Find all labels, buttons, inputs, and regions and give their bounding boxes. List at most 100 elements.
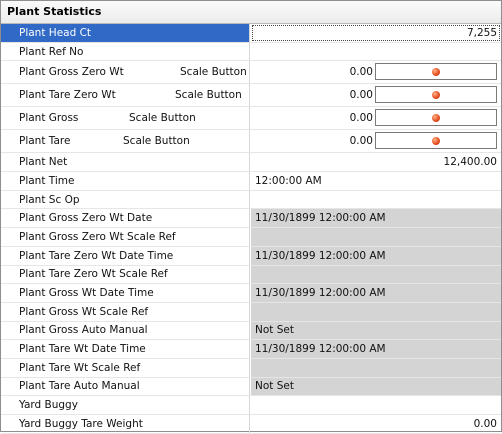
row-value: 11/30/1899 12:00:00 AM bbox=[255, 249, 386, 262]
row-plant-tare-wt-scale-ref[interactable]: Plant Tare Wt Scale Ref bbox=[1, 358, 501, 378]
red-dot-icon bbox=[432, 113, 440, 122]
row-label: Plant Tare Wt Scale Ref bbox=[19, 361, 141, 374]
row-plant-tare-zero-wt-scale-ref[interactable]: Plant Tare Zero Wt Scale Ref bbox=[1, 265, 501, 285]
row-label-cell[interactable]: Plant Tare Zero Wt Scale Button bbox=[1, 84, 250, 107]
row-label: Plant Gross Wt Scale Ref bbox=[19, 305, 149, 318]
row-label-cell[interactable]: Plant Sc Op bbox=[1, 190, 250, 209]
row-plant-net[interactable]: Plant Net 12,400.00 bbox=[1, 153, 501, 173]
row-plant-sc-op[interactable]: Plant Sc Op bbox=[1, 190, 501, 210]
row-plant-tare-zero-wt[interactable]: Plant Tare Zero Wt Scale Button 0.00 bbox=[1, 84, 501, 108]
row-label-cell[interactable]: Plant Net bbox=[1, 153, 250, 172]
row-label: Plant Sc Op bbox=[19, 193, 80, 206]
row-value: 11/30/1899 12:00:00 AM bbox=[255, 212, 386, 225]
scale-button[interactable] bbox=[375, 86, 497, 104]
row-plant-tare-wt-date-time[interactable]: Plant Tare Wt Date Time 11/30/1899 12:00… bbox=[1, 340, 501, 359]
value-cell bbox=[251, 228, 501, 246]
value-cell[interactable]: 0.00 bbox=[251, 107, 501, 129]
red-dot-icon bbox=[432, 136, 440, 145]
scale-button[interactable] bbox=[375, 132, 497, 150]
row-label: Plant Gross Zero Wt Scale Ref bbox=[19, 230, 176, 243]
value-cell: 11/30/1899 12:00:00 AM bbox=[251, 246, 501, 265]
row-value: Not Set bbox=[255, 380, 294, 393]
row-label-cell[interactable]: Plant Tare Wt Date Time bbox=[1, 340, 250, 358]
row-value: 12,400.00 bbox=[443, 156, 497, 169]
red-dot-icon bbox=[432, 90, 440, 99]
row-label-cell[interactable]: Plant Gross Zero Wt Scale Button bbox=[1, 61, 250, 84]
value-cell bbox=[251, 358, 501, 377]
row-plant-ref-no[interactable]: Plant Ref No bbox=[1, 42, 501, 62]
value-cell[interactable]: 0.00 bbox=[251, 61, 501, 83]
row-label-cell[interactable]: Plant Tare Scale Button bbox=[1, 130, 250, 153]
value-cell[interactable] bbox=[251, 191, 501, 209]
panel-title: Plant Statistics bbox=[7, 5, 102, 18]
value-cell: Not Set bbox=[251, 377, 501, 396]
panel-header: Plant Statistics bbox=[1, 1, 501, 24]
row-label: Plant Tare Zero Wt bbox=[19, 89, 116, 102]
row-value: 11/30/1899 12:00:00 AM bbox=[255, 343, 386, 356]
row-plant-gross[interactable]: Plant Gross Scale Button 0.00 bbox=[1, 107, 501, 131]
row-label-cell[interactable]: Plant Gross Zero Wt Scale Ref bbox=[1, 228, 250, 246]
scale-button[interactable] bbox=[375, 63, 497, 81]
scale-button-label: Scale Button bbox=[175, 89, 242, 102]
row-label-cell[interactable]: Plant Gross Auto Manual bbox=[1, 321, 250, 340]
row-label-cell[interactable]: Plant Gross Wt Scale Ref bbox=[1, 302, 250, 321]
row-plant-tare[interactable]: Plant Tare Scale Button 0.00 bbox=[1, 130, 501, 154]
row-value: 0.00 bbox=[473, 417, 497, 430]
scale-button-label: Scale Button bbox=[129, 112, 196, 125]
row-label-cell[interactable]: Plant Gross Scale Button bbox=[1, 107, 250, 130]
scale-button[interactable] bbox=[375, 109, 497, 127]
value-cell[interactable]: 0.00 bbox=[251, 84, 501, 106]
row-label-cell[interactable]: Plant Tare Auto Manual bbox=[1, 377, 250, 396]
value-cell: 11/30/1899 12:00:00 AM bbox=[251, 209, 501, 228]
row-label: Plant Tare Auto Manual bbox=[19, 380, 140, 393]
row-plant-tare-auto-manual[interactable]: Plant Tare Auto Manual Not Set bbox=[1, 377, 501, 397]
row-value: 0.00 bbox=[349, 66, 373, 79]
value-cell bbox=[251, 265, 501, 284]
scale-button-label: Scale Button bbox=[180, 66, 247, 79]
row-label: Plant Gross Auto Manual bbox=[19, 324, 148, 337]
row-plant-gross-wt-date-time[interactable]: Plant Gross Wt Date Time 11/30/1899 12:0… bbox=[1, 284, 501, 303]
row-label: Plant Tare Wt Date Time bbox=[19, 343, 146, 356]
row-plant-tare-zero-wt-date-time[interactable]: Plant Tare Zero Wt Date Time 11/30/1899 … bbox=[1, 246, 501, 266]
value-cell bbox=[251, 302, 501, 321]
value-cell[interactable] bbox=[251, 396, 501, 414]
value-cell[interactable]: 7,255 bbox=[251, 24, 501, 42]
row-label-cell[interactable]: Plant Ref No bbox=[1, 42, 250, 61]
row-value: 7,255 bbox=[466, 26, 497, 39]
row-plant-gross-zero-wt-scale-ref[interactable]: Plant Gross Zero Wt Scale Ref bbox=[1, 228, 501, 247]
value-cell[interactable]: 0.00 bbox=[251, 130, 501, 152]
row-label-cell[interactable]: Plant Tare Zero Wt Scale Ref bbox=[1, 265, 250, 284]
row-label: Plant Gross Zero Wt Date bbox=[19, 212, 153, 225]
row-label: Plant Gross Wt Date Time bbox=[19, 287, 154, 300]
row-label-cell[interactable]: Plant Tare Wt Scale Ref bbox=[1, 358, 250, 377]
row-label-cell[interactable]: Plant Gross Wt Date Time bbox=[1, 284, 250, 302]
row-label-cell[interactable]: Plant Tare Zero Wt Date Time bbox=[1, 246, 250, 265]
row-label: Yard Buggy Tare Weight bbox=[19, 417, 143, 430]
row-label-cell[interactable]: Plant Head Ct bbox=[1, 24, 250, 42]
row-plant-gross-wt-scale-ref[interactable]: Plant Gross Wt Scale Ref bbox=[1, 302, 501, 322]
row-plant-gross-zero-wt[interactable]: Plant Gross Zero Wt Scale Button 0.00 bbox=[1, 61, 501, 85]
row-plant-head-ct[interactable]: Plant Head Ct 7,255 bbox=[1, 24, 501, 43]
row-label-cell[interactable]: Plant Gross Zero Wt Date bbox=[1, 209, 250, 228]
row-value: 0.00 bbox=[349, 112, 373, 125]
row-yard-buggy[interactable]: Yard Buggy bbox=[1, 396, 501, 415]
row-value: 0.00 bbox=[349, 89, 373, 102]
row-value: 12:00:00 AM bbox=[255, 174, 322, 187]
row-plant-gross-auto-manual[interactable]: Plant Gross Auto Manual Not Set bbox=[1, 321, 501, 341]
row-plant-gross-zero-wt-date[interactable]: Plant Gross Zero Wt Date 11/30/1899 12:0… bbox=[1, 209, 501, 229]
value-cell[interactable]: 12:00:00 AM bbox=[251, 172, 501, 190]
red-dot-icon bbox=[432, 67, 440, 76]
row-plant-time[interactable]: Plant Time 12:00:00 AM bbox=[1, 172, 501, 191]
row-yard-buggy-tare-weight[interactable]: Yard Buggy Tare Weight 0.00 bbox=[1, 415, 501, 434]
row-label-cell[interactable]: Plant Time bbox=[1, 172, 250, 190]
row-label: Plant Tare bbox=[19, 135, 71, 148]
plant-statistics-panel: Plant Statistics Plant Head Ct 7,255 Pla… bbox=[0, 0, 502, 434]
row-value: 11/30/1899 12:00:00 AM bbox=[255, 287, 386, 300]
row-label: Plant Tare Zero Wt Date Time bbox=[19, 249, 174, 262]
value-cell[interactable] bbox=[251, 43, 501, 61]
row-label-cell[interactable]: Yard Buggy Tare Weight bbox=[1, 415, 250, 433]
value-cell: Not Set bbox=[251, 321, 501, 340]
value-cell[interactable]: 0.00 bbox=[251, 415, 501, 433]
value-cell[interactable]: 12,400.00 bbox=[251, 153, 501, 171]
row-label-cell[interactable]: Yard Buggy bbox=[1, 396, 250, 414]
